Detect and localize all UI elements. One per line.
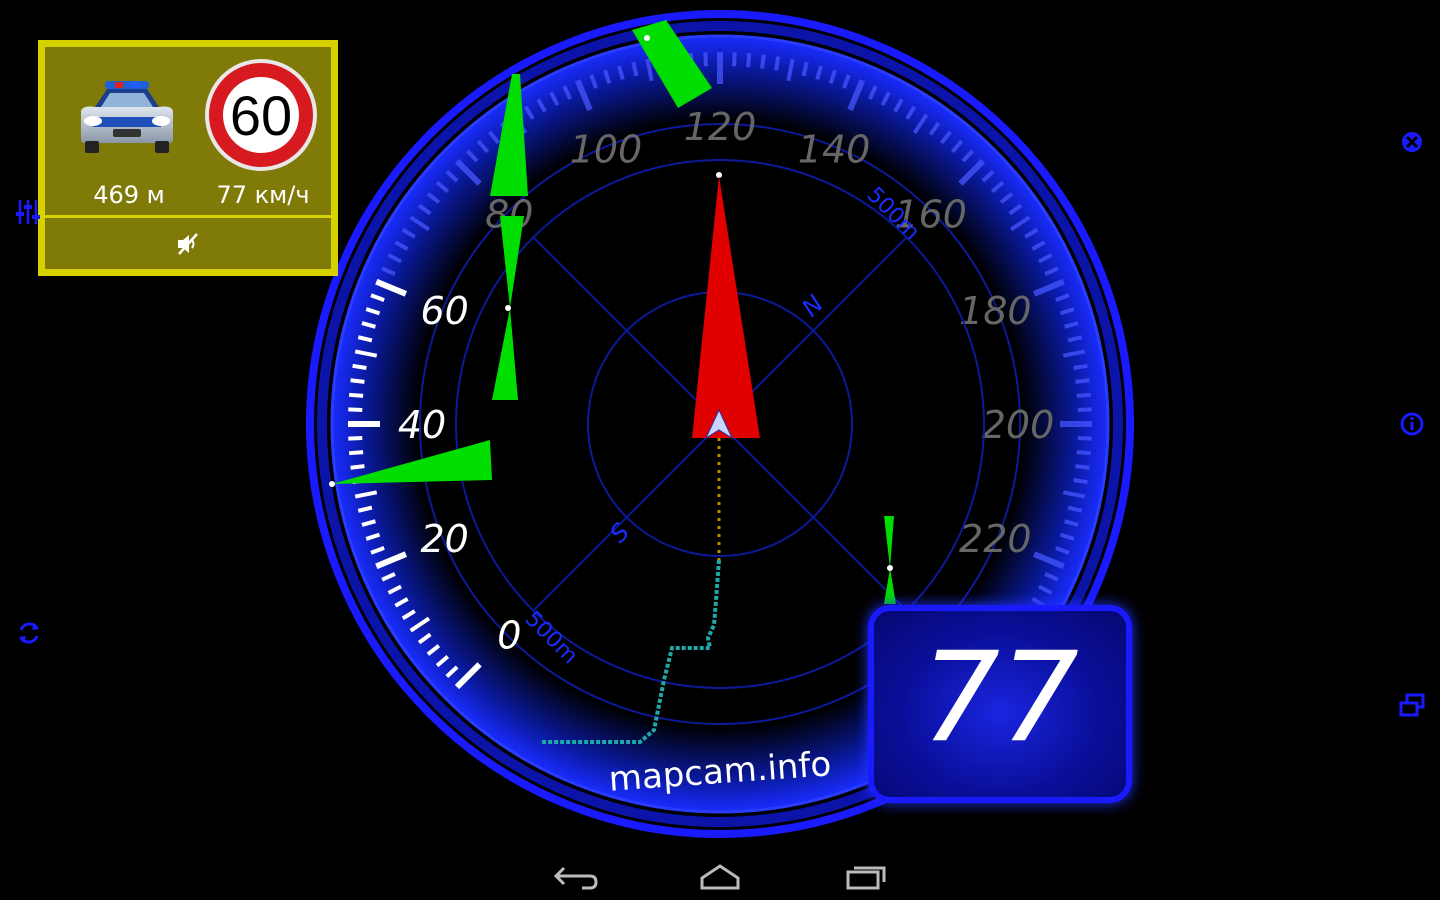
gauge-tick [350, 378, 365, 384]
volume-mute-icon [178, 232, 198, 255]
camera-distance: 469 м [93, 181, 165, 209]
gauge-tick [348, 392, 364, 398]
close-icon[interactable] [1398, 128, 1426, 156]
gauge-tick [1073, 363, 1088, 370]
gauge-tick [703, 52, 708, 67]
camera-point-marker [505, 305, 511, 311]
speed-mark-label: 0 [497, 614, 521, 658]
speed-mark-label: 20 [421, 517, 469, 561]
camera-alert-panel[interactable]: 60 469 м 77 км/ч [38, 40, 338, 276]
alert-panel-body: 60 469 м 77 км/ч [45, 47, 331, 269]
gauge-tick [1075, 378, 1090, 384]
speed-mark-label: 220 [959, 517, 1032, 561]
camera-point-marker [887, 565, 893, 571]
police-car-icon [81, 81, 173, 153]
back-icon[interactable] [546, 858, 606, 894]
gauge-tick [746, 52, 752, 68]
speed-mark-label: 200 [982, 403, 1055, 447]
navigation-bar [0, 850, 1440, 900]
camera-point-marker [329, 481, 335, 487]
gauge-tick [1076, 450, 1092, 456]
gauge-tick [1076, 392, 1092, 398]
camera-point-marker [644, 35, 650, 41]
gauge-tick [348, 407, 363, 412]
current-speed-box: 77 [868, 605, 1132, 803]
speed-mark-label: 100 [570, 128, 643, 172]
speed-limit-sign-icon: 60 [205, 59, 317, 171]
gauge-tick [348, 450, 364, 456]
recent-apps-icon[interactable] [834, 858, 894, 894]
speed-mark-label: 40 [398, 403, 446, 447]
speed-limit-value: 60 [230, 84, 292, 147]
gauge-tick [1077, 407, 1092, 412]
gauge-tick [732, 52, 737, 67]
home-icon[interactable] [690, 858, 750, 894]
speed-mark-label: 120 [684, 105, 757, 149]
camera-speed: 77 км/ч [216, 181, 310, 209]
windows-icon[interactable] [1398, 692, 1426, 720]
speed-mark-label: 60 [421, 289, 469, 333]
equalizer-icon[interactable] [14, 198, 42, 226]
gauge-tick [348, 436, 363, 441]
gauge-tick [350, 464, 365, 470]
info-icon[interactable] [1398, 410, 1426, 438]
speed-mark-label: 140 [798, 128, 871, 172]
gauge-tick [774, 56, 781, 71]
refresh-icon[interactable] [15, 619, 43, 647]
gauge-tick [760, 54, 766, 69]
gauge-tick [1075, 464, 1090, 470]
mute-button[interactable] [45, 218, 331, 269]
current-speed-value: 77 [921, 626, 1079, 770]
gauge-tick [352, 363, 367, 370]
gauge-tick [1077, 436, 1092, 441]
gauge-tick [1073, 478, 1088, 485]
speed-mark-label: 180 [959, 289, 1032, 333]
